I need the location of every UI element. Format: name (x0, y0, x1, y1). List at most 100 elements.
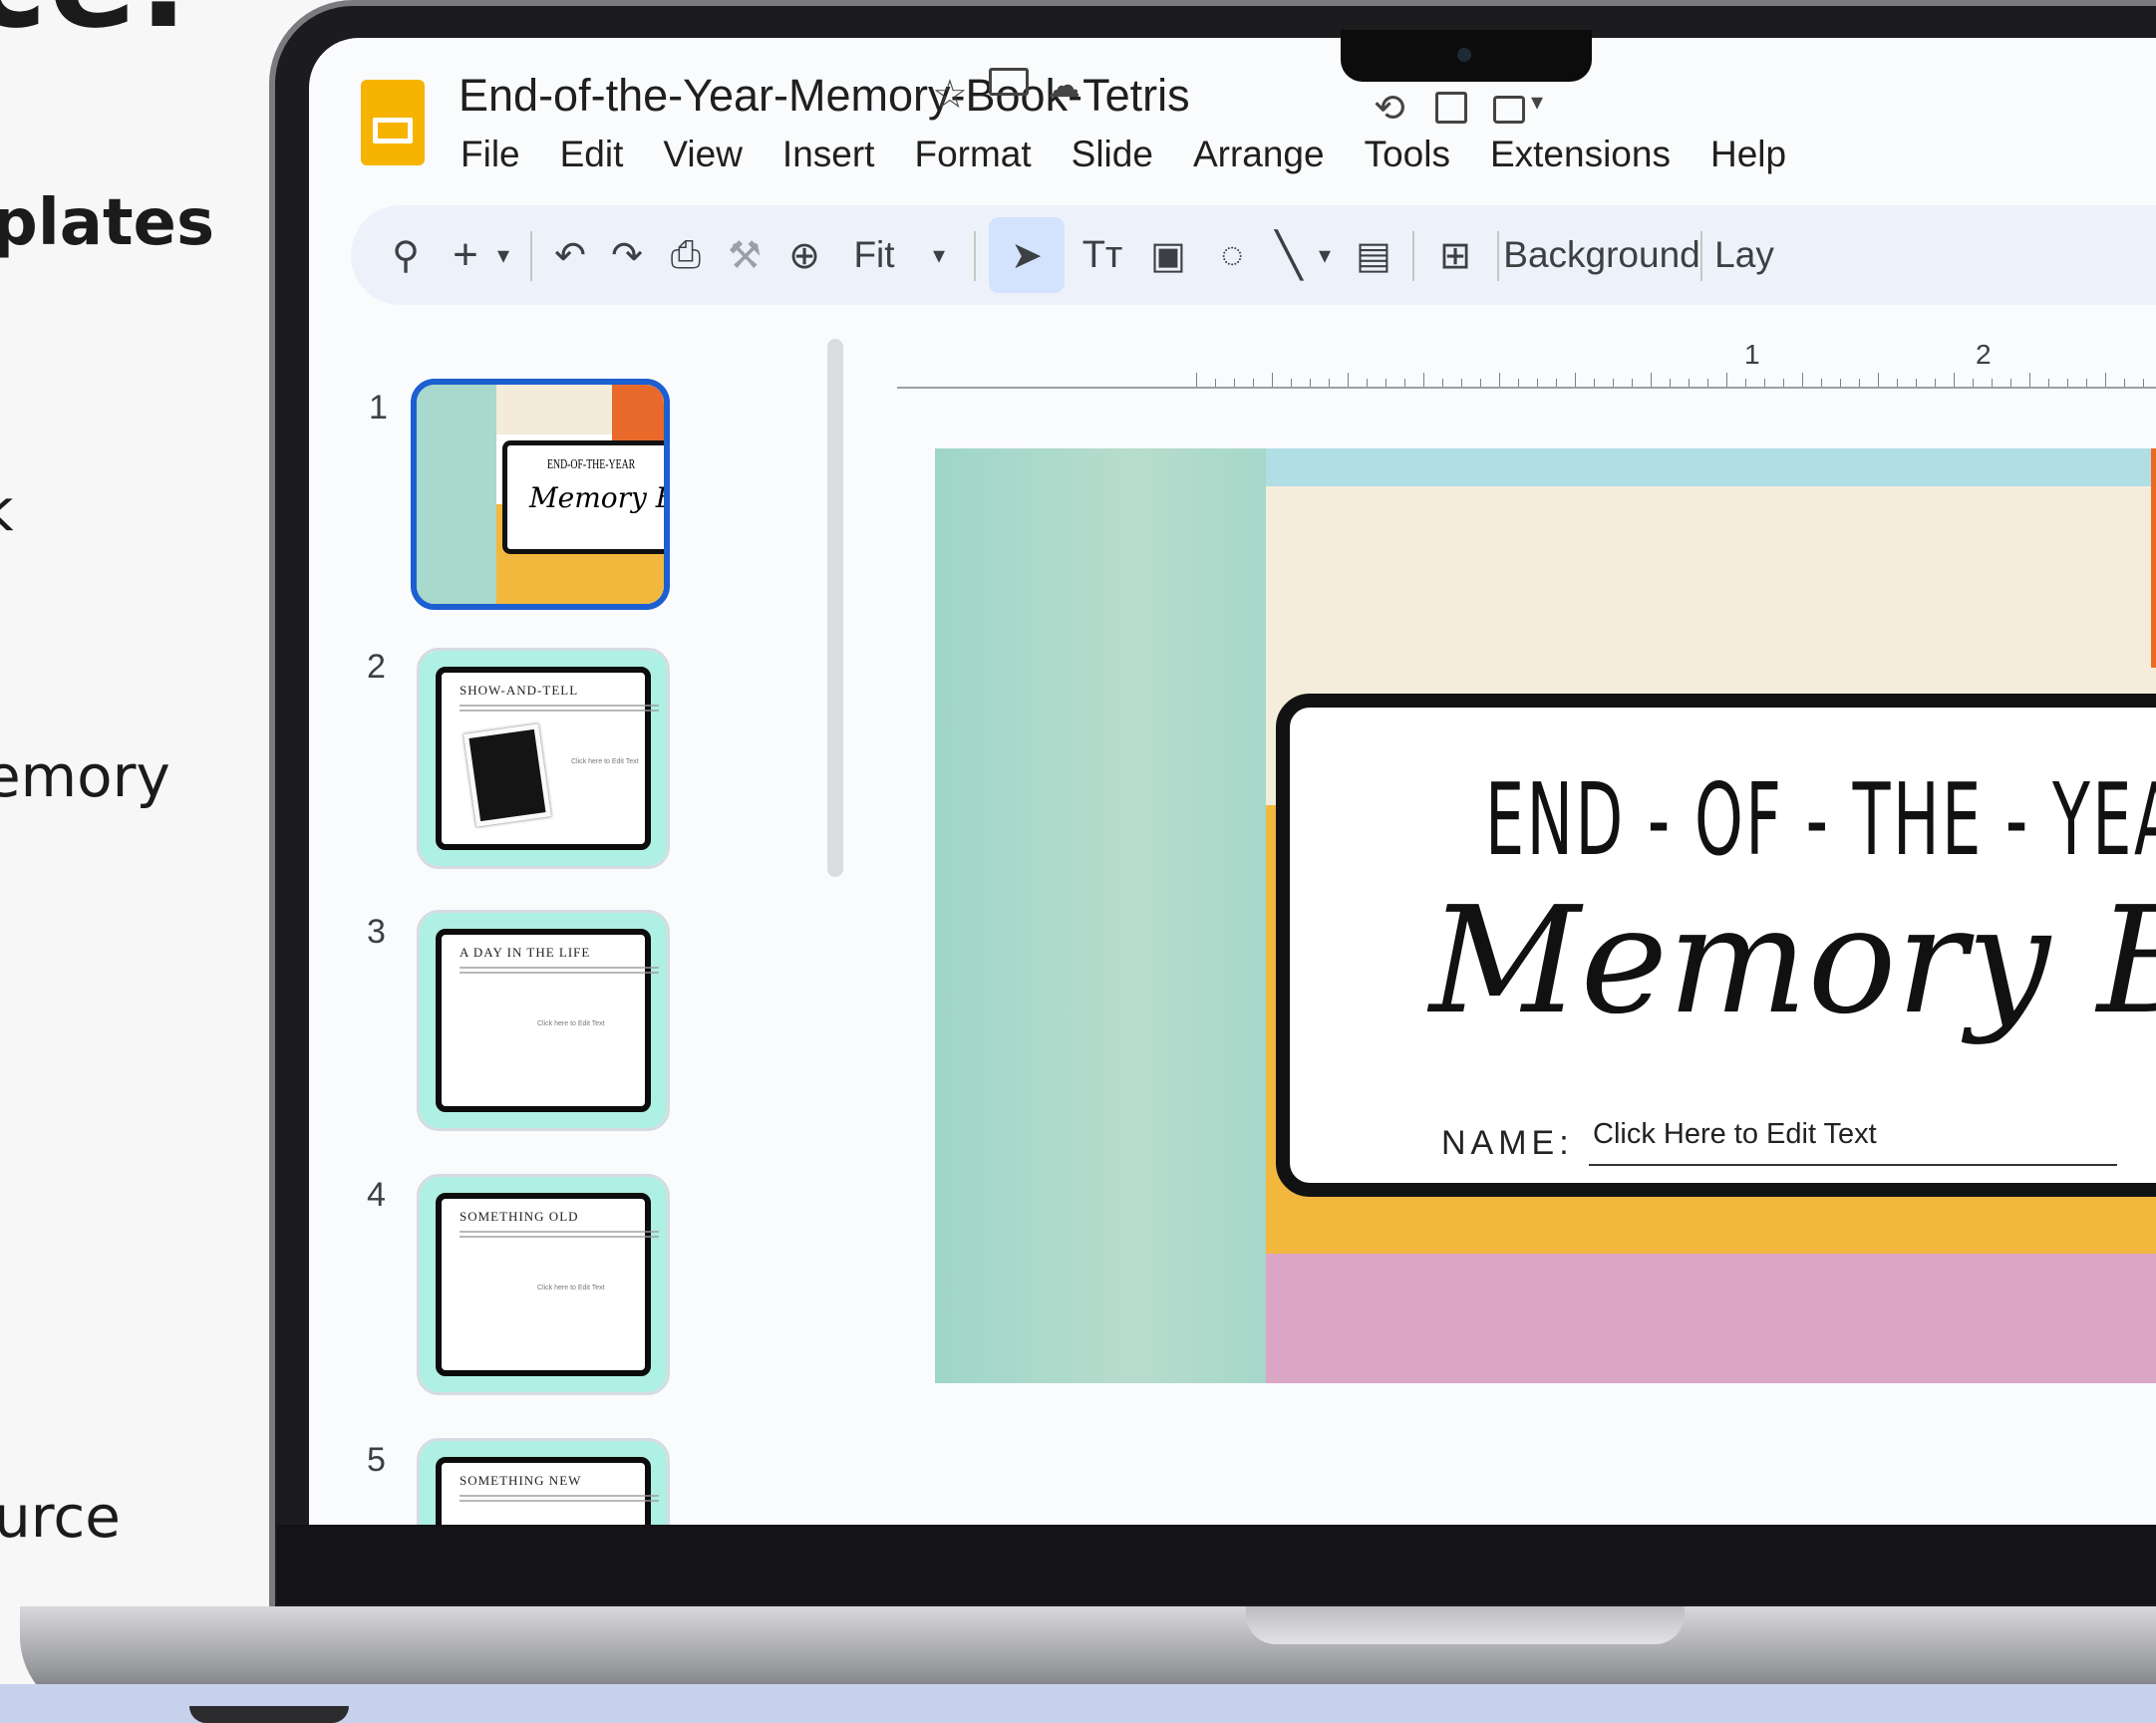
new-slide-dropdown-icon[interactable]: ▾ (488, 217, 518, 293)
star-icon[interactable]: ☆ (932, 72, 968, 118)
ruler-tick (2086, 379, 2087, 387)
toolbar-divider (974, 231, 976, 281)
menu-format[interactable]: Format (914, 134, 1031, 175)
slide-thumbnail-1[interactable]: END-OF-THE-YEAR Memory Book (411, 379, 670, 610)
menu-extensions[interactable]: Extensions (1490, 134, 1671, 175)
toolbar-divider (1700, 231, 1702, 281)
screen-bottom-bezel (277, 1525, 2156, 1604)
history-icon[interactable]: ⟲ (1374, 86, 1405, 131)
layout-button[interactable]: Lay (1714, 217, 1774, 293)
ruler-tick (1348, 373, 1349, 387)
print-icon[interactable]: ⎙ (660, 217, 712, 293)
background-button[interactable]: Background (1503, 217, 1699, 293)
ruler-tick (1329, 379, 1330, 387)
ruler-tick (2048, 379, 2049, 387)
ruler-tick (1935, 379, 1936, 387)
comments-icon[interactable] (1435, 92, 1467, 124)
name-text-field[interactable]: Click Here to Edit Text (1593, 1118, 1877, 1151)
ruler-tick (1689, 379, 1690, 387)
new-slide-icon[interactable]: + (441, 217, 490, 293)
blue-band (1266, 448, 2156, 486)
ruler-tick (1234, 379, 1235, 387)
menu-tools[interactable]: Tools (1365, 134, 1450, 175)
slide-thumbnail-4[interactable]: SOMETHING OLD Click here to Edit Text (417, 1174, 670, 1395)
ruler-tick (2029, 373, 2030, 387)
slide-thumbnail-3[interactable]: A DAY IN THE LIFE Click here to Edit Tex… (417, 910, 670, 1131)
menu-view[interactable]: View (663, 134, 743, 175)
text-box-icon[interactable]: Tт (1073, 217, 1132, 293)
insert-image-icon[interactable]: ▣ (1140, 217, 1196, 293)
chevron-down-icon[interactable]: ▾ (1531, 88, 1543, 117)
ruler-tick (1613, 379, 1614, 387)
ruler-tick (1954, 373, 1955, 387)
menu-slide[interactable]: Slide (1072, 134, 1153, 175)
toolbar-divider (1497, 231, 1499, 281)
ruler-tick (1518, 379, 1519, 387)
menu-file[interactable]: File (461, 134, 520, 175)
ruler-tick (1310, 379, 1311, 387)
toolbar: ⚲ + ▾ ↶ ↷ ⎙ ⚒ ⊕ Fit ▾ ➤ Tт ▣ ◌ ╲ ▾ ▤ ⊞ B… (351, 205, 2156, 305)
slide-number: 3 (367, 913, 386, 951)
marketing-subheading: plates (0, 186, 215, 260)
mini-title: SHOW-AND-TELL (460, 683, 579, 698)
ruler-tick (1707, 379, 1708, 387)
slide-thumbnail-5[interactable]: SOMETHING NEW (417, 1438, 670, 1525)
zoom-dropdown-icon[interactable]: ▾ (919, 217, 959, 293)
ruler-tick (1272, 373, 1273, 387)
ruler-tick (1556, 379, 1557, 387)
slide-title[interactable]: END - OF - THE - YEAR (1485, 761, 2156, 878)
menu-bar: File Edit View Insert Format Slide Arran… (461, 134, 1786, 175)
ruler-tick (1840, 379, 1841, 387)
redo-icon[interactable]: ↷ (602, 217, 652, 293)
add-comment-icon[interactable]: ⊞ (1427, 217, 1483, 293)
slide-canvas[interactable]: END - OF - THE - YEAR Memory Book NAME: … (935, 448, 2156, 1383)
insert-video-icon[interactable]: ▤ (1348, 217, 1399, 293)
zoom-icon[interactable]: ⊕ (779, 217, 829, 293)
laptop-foot (189, 1706, 349, 1723)
meet-icon[interactable] (1493, 96, 1525, 124)
ruler-tick (1745, 379, 1746, 387)
line-icon[interactable]: ╲ (1266, 217, 1312, 293)
menu-edit[interactable]: Edit (560, 134, 624, 175)
menu-insert[interactable]: Insert (782, 134, 875, 175)
zoom-value[interactable]: Fit (839, 217, 909, 293)
ruler-number: 1 (1744, 339, 1760, 370)
paint-format-icon[interactable]: ⚒ (720, 217, 770, 293)
mini-title: END-OF-THE-YEAR (547, 457, 636, 472)
ruler-tick (1215, 379, 1216, 387)
undo-icon[interactable]: ↶ (545, 217, 595, 293)
ruler-tick (1651, 373, 1652, 387)
slides-logo-icon[interactable] (361, 80, 425, 165)
ruler-tick (1575, 373, 1576, 387)
ruler-tick (1916, 379, 1917, 387)
ruler-tick (1878, 373, 1879, 387)
mini-title: SOMETHING OLD (460, 1209, 579, 1224)
menu-help[interactable]: Help (1710, 134, 1786, 175)
slide-number: 2 (367, 648, 386, 686)
ruler-tick (2124, 379, 2125, 387)
ruler-tick (1196, 373, 1197, 387)
name-underline (1589, 1164, 2117, 1166)
cloud-status-icon[interactable]: ☁ (1047, 66, 1080, 106)
ruler-tick (1291, 379, 1292, 387)
shape-icon[interactable]: ◌ (1204, 217, 1260, 293)
title-card[interactable]: END - OF - THE - YEAR Memory Book NAME: … (1276, 694, 2156, 1197)
mini-click-text: Click here to Edit Text (537, 1285, 605, 1292)
toolbar-divider (530, 231, 532, 281)
select-cursor-icon[interactable]: ➤ (989, 217, 1065, 293)
slide-thumbnail-2[interactable]: SHOW-AND-TELL Click here to Edit Text (417, 648, 670, 869)
ruler-tick (1859, 379, 1860, 387)
ruler-tick (1367, 379, 1368, 387)
menu-arrange[interactable]: Arrange (1193, 134, 1325, 175)
ruler-tick (1802, 373, 1803, 387)
ruler-tick (1973, 379, 1974, 387)
filmstrip-scrollbar[interactable] (827, 339, 843, 877)
line-dropdown-icon[interactable]: ▾ (1310, 217, 1340, 293)
search-menus-icon[interactable]: ⚲ (381, 217, 431, 293)
move-folder-icon[interactable] (989, 68, 1029, 96)
slide-script-title[interactable]: Memory Book (1429, 875, 2156, 1046)
ruler-tick (1821, 379, 1822, 387)
mini-click-text: Click here to Edit Text (571, 758, 639, 765)
marketing-line-2: emory (0, 742, 170, 810)
camera-icon (1457, 48, 1471, 62)
